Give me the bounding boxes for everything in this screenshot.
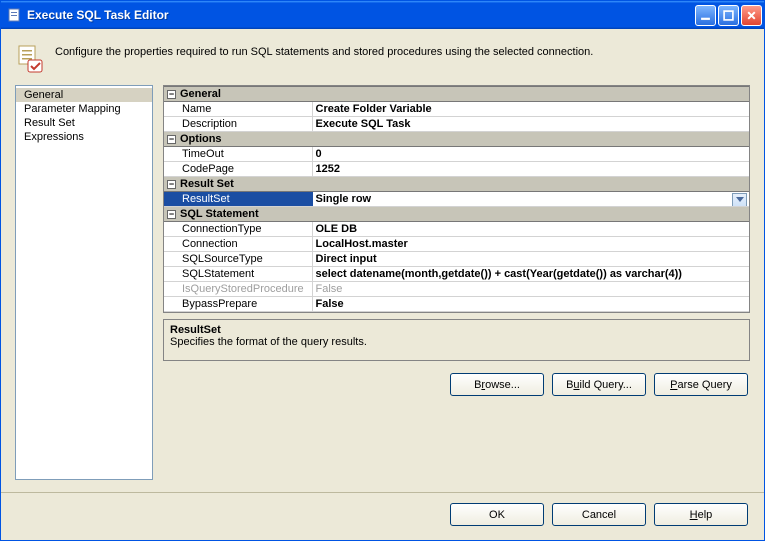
prop-value[interactable]: LocalHost.master	[312, 237, 749, 252]
browse-button[interactable]: Browse...	[450, 373, 544, 396]
build-query-button[interactable]: Build Query...	[552, 373, 646, 396]
prop-description[interactable]: DescriptionExecute SQL Task	[164, 117, 749, 132]
prop-value[interactable]: 0	[312, 147, 749, 162]
category-label: General	[180, 88, 221, 100]
prop-connection[interactable]: ConnectionLocalHost.master	[164, 237, 749, 252]
window-controls	[695, 5, 762, 26]
category-label: Result Set	[180, 178, 234, 190]
dialog-window: Execute SQL Task Editor Configure the pr…	[0, 0, 765, 541]
prop-value[interactable]: Single row	[312, 192, 749, 207]
nav-item-result-set[interactable]: Result Set	[16, 116, 152, 130]
description-panel: ResultSet Specifies the format of the qu…	[163, 319, 750, 361]
maximize-button[interactable]	[718, 5, 739, 26]
header-description: Configure the properties required to run…	[55, 43, 593, 58]
nav-item-general[interactable]: General	[16, 88, 152, 102]
prop-value[interactable]: Execute SQL Task	[312, 117, 749, 132]
prop-value: False	[312, 282, 749, 297]
dropdown-button[interactable]	[732, 193, 747, 207]
prop-label: SQLSourceType	[164, 252, 312, 267]
category-general[interactable]: −General	[164, 87, 749, 102]
description-title: ResultSet	[170, 324, 743, 336]
collapse-icon[interactable]: −	[167, 135, 176, 144]
prop-sqlstatement[interactable]: SQLStatementselect datename(month,getdat…	[164, 267, 749, 282]
nav-item-expressions[interactable]: Expressions	[16, 130, 152, 144]
property-grid: −General NameCreate Folder Variable Desc…	[163, 85, 750, 313]
window-title: Execute SQL Task Editor	[27, 8, 695, 22]
prop-label: Name	[164, 102, 312, 117]
nav-panel: General Parameter Mapping Result Set Exp…	[15, 85, 153, 480]
prop-value[interactable]: OLE DB	[312, 222, 749, 237]
app-icon	[7, 7, 23, 23]
category-label: SQL Statement	[180, 208, 259, 220]
body: General Parameter Mapping Result Set Exp…	[1, 85, 764, 492]
prop-codepage[interactable]: CodePage1252	[164, 162, 749, 177]
category-options[interactable]: −Options	[164, 132, 749, 147]
prop-value[interactable]: select datename(month,getdate()) + cast(…	[312, 267, 749, 282]
prop-value[interactable]: Create Folder Variable	[312, 102, 749, 117]
dialog-footer: OK Cancel Help	[1, 492, 764, 540]
right-column: −General NameCreate Folder Variable Desc…	[163, 85, 750, 480]
header: Configure the properties required to run…	[1, 29, 764, 85]
prop-sqlsourcetype[interactable]: SQLSourceTypeDirect input	[164, 252, 749, 267]
nav-item-parameter-mapping[interactable]: Parameter Mapping	[16, 102, 152, 116]
prop-label: TimeOut	[164, 147, 312, 162]
collapse-icon[interactable]: −	[167, 90, 176, 99]
ok-button[interactable]: OK	[450, 503, 544, 526]
prop-label: IsQueryStoredProcedure	[164, 282, 312, 297]
category-result-set[interactable]: −Result Set	[164, 177, 749, 192]
prop-label: CodePage	[164, 162, 312, 177]
prop-label: Connection	[164, 237, 312, 252]
prop-resultset[interactable]: ResultSet Single row	[164, 192, 749, 207]
prop-bypassprepare[interactable]: BypassPrepareFalse	[164, 297, 749, 312]
parse-query-button[interactable]: Parse Query	[654, 373, 748, 396]
titlebar[interactable]: Execute SQL Task Editor	[1, 1, 764, 29]
prop-label: ResultSet	[164, 192, 312, 207]
category-sql-statement[interactable]: −SQL Statement	[164, 207, 749, 222]
prop-name[interactable]: NameCreate Folder Variable	[164, 102, 749, 117]
prop-connectiontype[interactable]: ConnectionTypeOLE DB	[164, 222, 749, 237]
cancel-button[interactable]: Cancel	[552, 503, 646, 526]
close-button[interactable]	[741, 5, 762, 26]
collapse-icon[interactable]: −	[167, 210, 176, 219]
description-text: Specifies the format of the query result…	[170, 336, 743, 348]
prop-label: BypassPrepare	[164, 297, 312, 312]
prop-value-text: Single row	[316, 193, 372, 205]
query-buttons: Browse... Build Query... Parse Query	[163, 373, 750, 396]
prop-value[interactable]: False	[312, 297, 749, 312]
category-label: Options	[180, 133, 222, 145]
task-icon	[15, 43, 47, 75]
prop-timeout[interactable]: TimeOut0	[164, 147, 749, 162]
collapse-icon[interactable]: −	[167, 180, 176, 189]
prop-label: SQLStatement	[164, 267, 312, 282]
prop-isquerystoredproc: IsQueryStoredProcedureFalse	[164, 282, 749, 297]
help-button[interactable]: Help	[654, 503, 748, 526]
minimize-button[interactable]	[695, 5, 716, 26]
prop-value[interactable]: Direct input	[312, 252, 749, 267]
prop-value[interactable]: 1252	[312, 162, 749, 177]
prop-label: Description	[164, 117, 312, 132]
prop-label: ConnectionType	[164, 222, 312, 237]
